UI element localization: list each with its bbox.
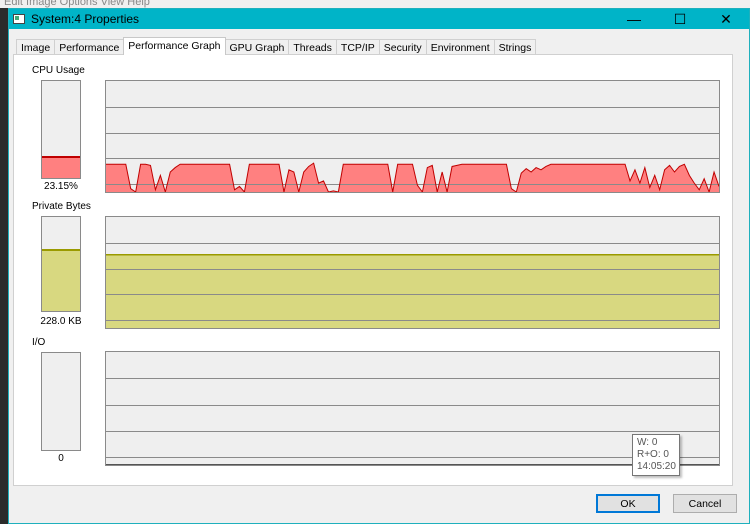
- properties-window: System:4 Properties — ☐ ✕ Image Performa…: [8, 8, 750, 524]
- window-icon: [13, 14, 25, 24]
- cpu-usage-graph: [105, 80, 720, 193]
- ok-button[interactable]: OK: [596, 494, 660, 513]
- io-value: 0: [58, 453, 64, 464]
- tooltip-read-other: R+O: 0: [637, 449, 669, 460]
- private-bytes-bar-fill: [42, 248, 80, 311]
- cpu-usage-label: CPU Usage: [32, 65, 85, 76]
- io-label: I/O: [32, 337, 46, 348]
- private-bytes-bar: [41, 216, 81, 312]
- tab-image[interactable]: Image: [16, 39, 56, 55]
- cancel-button[interactable]: Cancel: [673, 494, 737, 513]
- cpu-area: [106, 163, 719, 192]
- title-bar[interactable]: System:4 Properties — ☐ ✕: [9, 9, 749, 29]
- background-window: [0, 8, 8, 524]
- tab-strings[interactable]: Strings: [493, 39, 537, 55]
- private-bytes-area: [106, 254, 719, 328]
- graph-tooltip: W: 0 R+O: 0 14:05:20: [632, 434, 680, 476]
- tab-performance[interactable]: Performance: [54, 39, 125, 55]
- performance-graph-panel: CPU Usage 23.15% Private Bytes 228.0 KB …: [13, 54, 733, 486]
- minimize-button[interactable]: —: [611, 9, 657, 29]
- cpu-usage-bar: [41, 80, 81, 179]
- private-bytes-value: 228.0 KB: [40, 316, 82, 327]
- io-graph: [105, 351, 720, 466]
- close-button[interactable]: ✕: [703, 9, 749, 29]
- tab-bar: Image Performance Performance Graph GPU …: [16, 37, 537, 55]
- tooltip-write: W: 0: [637, 437, 658, 448]
- tab-threads[interactable]: Threads: [288, 39, 337, 55]
- background-menu: Edit Image Options View Help: [0, 0, 750, 8]
- tooltip-time: 14:05:20: [637, 461, 676, 472]
- tab-environment[interactable]: Environment: [425, 39, 495, 55]
- window-title: System:4 Properties: [31, 12, 140, 26]
- tab-tcpip[interactable]: TCP/IP: [335, 39, 380, 55]
- maximize-button[interactable]: ☐: [657, 9, 703, 29]
- cpu-usage-value: 23.15%: [44, 181, 78, 192]
- tab-performance-graph[interactable]: Performance Graph: [123, 37, 226, 55]
- tab-security[interactable]: Security: [378, 39, 427, 55]
- io-bar: [41, 352, 81, 451]
- cpu-usage-bar-fill: [42, 155, 80, 178]
- private-bytes-label: Private Bytes: [32, 201, 91, 212]
- private-bytes-graph: [105, 216, 720, 329]
- tab-gpu-graph[interactable]: GPU Graph: [224, 39, 290, 55]
